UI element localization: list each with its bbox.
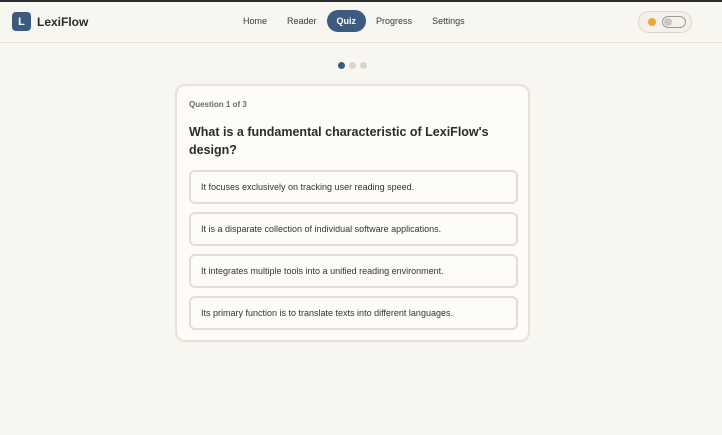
app-logo[interactable]: L LexiFlow	[12, 12, 88, 31]
theme-toggle[interactable]	[638, 11, 692, 33]
question-progress-dots	[338, 62, 371, 69]
nav-reader[interactable]: Reader	[277, 10, 327, 32]
answer-option-1[interactable]: It focuses exclusively on tracking user …	[189, 170, 518, 204]
nav-home[interactable]: Home	[233, 10, 277, 32]
nav-progress[interactable]: Progress	[366, 10, 422, 32]
switch-knob	[664, 18, 672, 26]
progress-dot-1	[338, 62, 345, 69]
question-counter: Question 1 of 3	[189, 100, 247, 109]
answer-option-3[interactable]: It integrates multiple tools into a unif…	[189, 254, 518, 288]
answer-option-2[interactable]: It is a disparate collection of individu…	[189, 212, 518, 246]
question-text: What is a fundamental characteristic of …	[189, 125, 489, 157]
nav-settings[interactable]: Settings	[422, 10, 475, 32]
quiz-card: Question 1 of 3 What is a fundamental ch…	[175, 84, 530, 342]
theme-switch[interactable]	[662, 16, 686, 28]
sun-icon	[648, 18, 656, 26]
progress-dot-3	[360, 62, 367, 69]
top-navbar: L LexiFlow Home Reader Quiz Progress Set…	[0, 2, 722, 43]
progress-dot-2	[349, 62, 356, 69]
logo-mark-icon: L	[12, 12, 31, 31]
nav-quiz[interactable]: Quiz	[326, 10, 367, 32]
app-name: LexiFlow	[37, 14, 89, 29]
answer-option-4[interactable]: Its primary function is to translate tex…	[189, 296, 518, 330]
main-nav: Home Reader Quiz Progress Settings	[233, 10, 475, 32]
